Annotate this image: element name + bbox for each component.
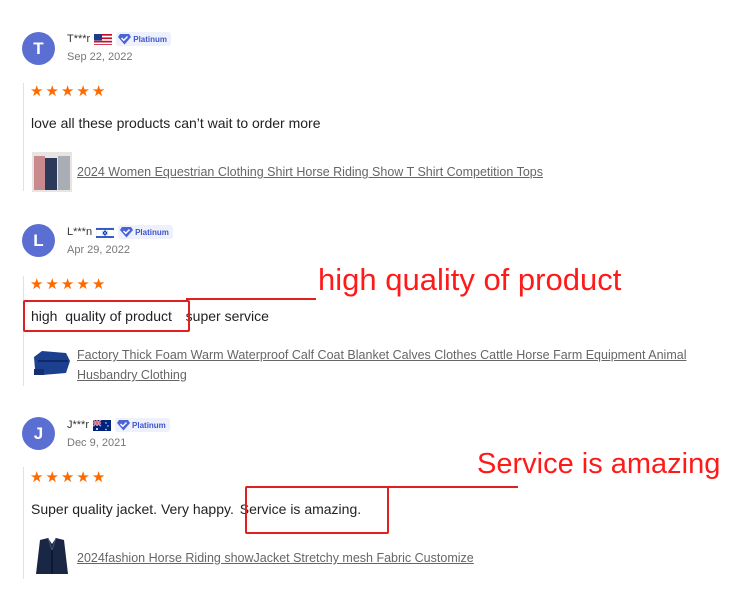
badge-label: Platinum	[135, 227, 169, 237]
us-flag-icon	[94, 33, 113, 45]
star-icon: ★	[60, 275, 75, 293]
reviewer-name: L***n	[67, 226, 93, 238]
platinum-badge: Platinum	[115, 418, 170, 432]
star-icon: ★	[30, 82, 44, 100]
review-text: love all these products can’t wait to or…	[31, 115, 321, 131]
avatar: T	[22, 32, 55, 65]
badge-label: Platinum	[133, 34, 168, 44]
diamond-icon	[117, 420, 131, 431]
product-link-line-1[interactable]: Factory Thick Foam Warm Waterproof Calf …	[77, 345, 717, 365]
star-icon: ★	[60, 82, 75, 100]
divider	[23, 83, 24, 191]
highlight-box-service	[245, 486, 389, 534]
diamond-icon	[120, 227, 134, 238]
product-link-line-2[interactable]: Husbandry Clothing	[77, 365, 717, 385]
star-icon: ★	[30, 468, 44, 486]
divider	[23, 467, 24, 579]
reviewer-info: J***r Platinum	[67, 417, 170, 433]
annotation-connector-line	[385, 486, 518, 488]
product-thumbnail[interactable]	[32, 536, 72, 576]
star-icon: ★	[76, 82, 90, 100]
product-link[interactable]: 2024fashion Horse Riding showJacket Stre…	[77, 548, 474, 568]
star-icon: ★	[30, 275, 44, 293]
avatar: J	[22, 417, 55, 450]
au-flag-icon	[93, 419, 112, 431]
star-icon: ★	[60, 468, 75, 486]
star-icon: ★	[91, 82, 106, 100]
product-thumbnail[interactable]	[32, 343, 72, 383]
reviewer-name: J***r	[67, 419, 90, 431]
star-rating: ★ ★ ★ ★ ★	[30, 277, 105, 292]
badge-label: Platinum	[132, 420, 166, 430]
star-icon: ★	[91, 468, 106, 486]
annotation-service: Service is amazing	[477, 448, 721, 480]
star-rating: ★ ★ ★ ★ ★	[30, 84, 105, 99]
review-date: Dec 9, 2021	[67, 437, 127, 449]
review-text-rest: super service	[185, 308, 269, 324]
avatar: L	[22, 224, 55, 257]
annotation-connector-line	[186, 298, 316, 300]
il-flag-icon	[96, 226, 115, 238]
product-link[interactable]: 2024 Women Equestrian Clothing Shirt Hor…	[77, 162, 543, 182]
review-date: Apr 29, 2022	[67, 244, 130, 256]
reviewer-info: L***n Platinum	[67, 224, 173, 240]
diamond-icon	[118, 34, 132, 45]
star-icon: ★	[91, 275, 106, 293]
star-icon: ★	[45, 275, 59, 293]
product-link[interactable]: Factory Thick Foam Warm Waterproof Calf …	[77, 345, 717, 385]
platinum-badge: Platinum	[118, 225, 173, 239]
annotation-quality: high quality of product	[318, 262, 622, 297]
product-thumbnail[interactable]	[32, 152, 72, 192]
star-icon: ★	[45, 82, 59, 100]
highlight-box-quality	[23, 300, 190, 332]
star-icon: ★	[76, 468, 90, 486]
star-rating: ★ ★ ★ ★ ★	[30, 470, 105, 485]
review-text-before: Super quality jacket. Very happy.	[31, 501, 234, 517]
reviewer-info: T***r Platinum	[67, 31, 172, 47]
star-icon: ★	[45, 468, 59, 486]
review-date: Sep 22, 2022	[67, 51, 133, 63]
reviewer-name: T***r	[67, 33, 91, 45]
platinum-badge: Platinum	[116, 32, 172, 46]
star-icon: ★	[76, 275, 90, 293]
